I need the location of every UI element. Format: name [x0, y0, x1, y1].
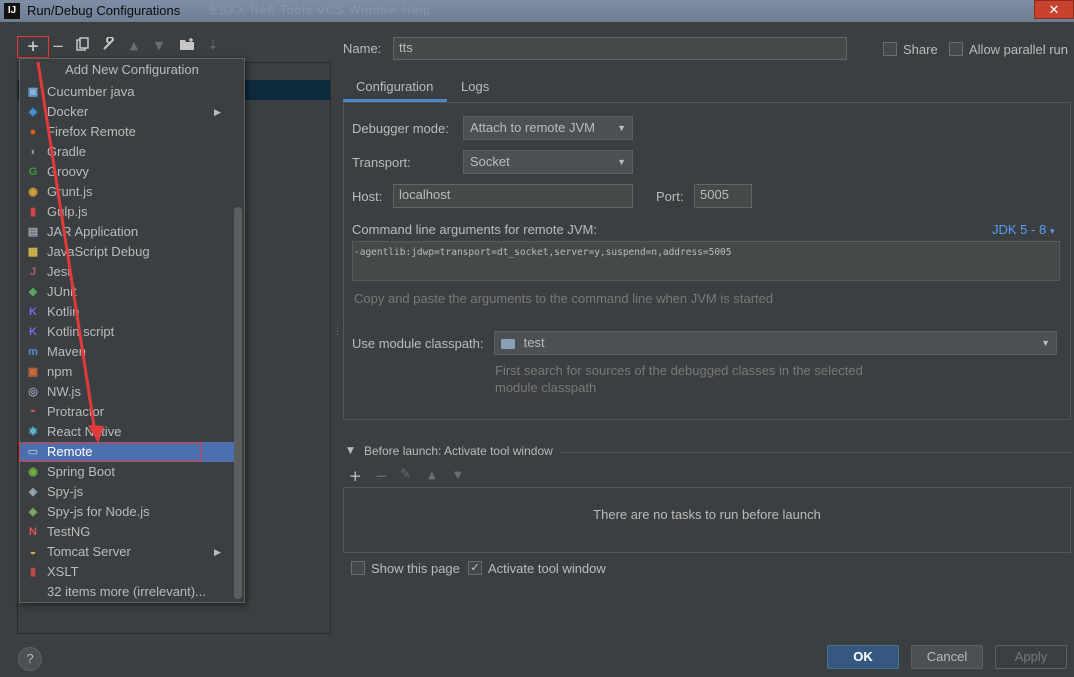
chevron-down-icon: ▼ [617, 123, 626, 133]
apply-button[interactable]: Apply [995, 645, 1067, 669]
ok-button[interactable]: OK [827, 645, 899, 669]
tab-configuration[interactable]: Configuration [356, 79, 433, 94]
collapse-triangle-icon[interactable]: ▼ [347, 446, 354, 456]
transport-value: Socket [470, 154, 510, 169]
port-label: Port: [656, 189, 684, 204]
jdk-version-text: JDK 5 - 8 [992, 222, 1047, 237]
name-label: Name: [343, 41, 382, 56]
help-button[interactable]: ? [18, 647, 42, 671]
chevron-down-icon: ▾ [1050, 226, 1055, 236]
before-launch-title: Before launch: Activate tool window [364, 444, 553, 458]
before-launch-task-list[interactable]: There are no tasks to run before launch [343, 487, 1071, 553]
port-input[interactable]: 5005 [694, 184, 752, 208]
cmd-args-label: Command line arguments for remote JVM: [352, 222, 597, 237]
jdk-version-link[interactable]: JDK 5 - 8 ▾ [992, 222, 1055, 237]
cmd-args-hint: Copy and paste the arguments to the comm… [354, 291, 774, 306]
add-task-button[interactable]: + [349, 467, 362, 485]
module-hint-line1: First search for sources of the debugged… [495, 363, 863, 378]
debugger-mode-value: Attach to remote JVM [470, 120, 595, 135]
activate-tool-window-checkbox[interactable]: ✓ [468, 561, 482, 575]
module-classpath-value: test [523, 335, 545, 350]
module-folder-icon [501, 338, 515, 349]
allow-parallel-checkbox[interactable] [949, 42, 963, 56]
transport-label: Transport: [352, 155, 411, 170]
remove-task-button[interactable]: − [375, 467, 388, 485]
debugger-mode-label: Debugger mode: [352, 121, 449, 136]
debugger-mode-select[interactable]: Attach to remote JVM ▼ [463, 116, 633, 140]
section-divider [560, 452, 1071, 453]
module-hint-line2: module classpath [495, 380, 597, 395]
chevron-down-icon: ▼ [1041, 338, 1050, 348]
show-page-label: Show this page [371, 561, 460, 576]
move-task-up-icon[interactable]: ▲ [428, 470, 436, 481]
name-input[interactable]: tts [393, 37, 847, 60]
transport-select[interactable]: Socket ▼ [463, 150, 633, 174]
share-checkbox[interactable] [883, 42, 897, 56]
move-task-down-icon[interactable]: ▼ [454, 470, 462, 481]
module-classpath-select[interactable]: test ▼ [494, 331, 1057, 355]
empty-tasks-text: There are no tasks to run before launch [593, 507, 821, 522]
show-page-checkbox[interactable] [351, 561, 365, 575]
allow-parallel-label: Allow parallel run [969, 42, 1068, 57]
chevron-down-icon: ▼ [617, 157, 626, 167]
host-label: Host: [352, 189, 383, 204]
share-label: Share [903, 42, 938, 57]
module-classpath-label: Use module classpath: [352, 336, 484, 351]
host-input[interactable]: localhost [393, 184, 633, 208]
activate-tool-window-label: Activate tool window [488, 561, 606, 576]
tab-logs[interactable]: Logs [461, 79, 489, 94]
cmd-args-field[interactable]: -agentlib:jdwp=transport=dt_socket,serve… [352, 241, 1060, 281]
edit-task-icon[interactable]: ✎ [400, 467, 411, 482]
cancel-button[interactable]: Cancel [911, 645, 983, 669]
